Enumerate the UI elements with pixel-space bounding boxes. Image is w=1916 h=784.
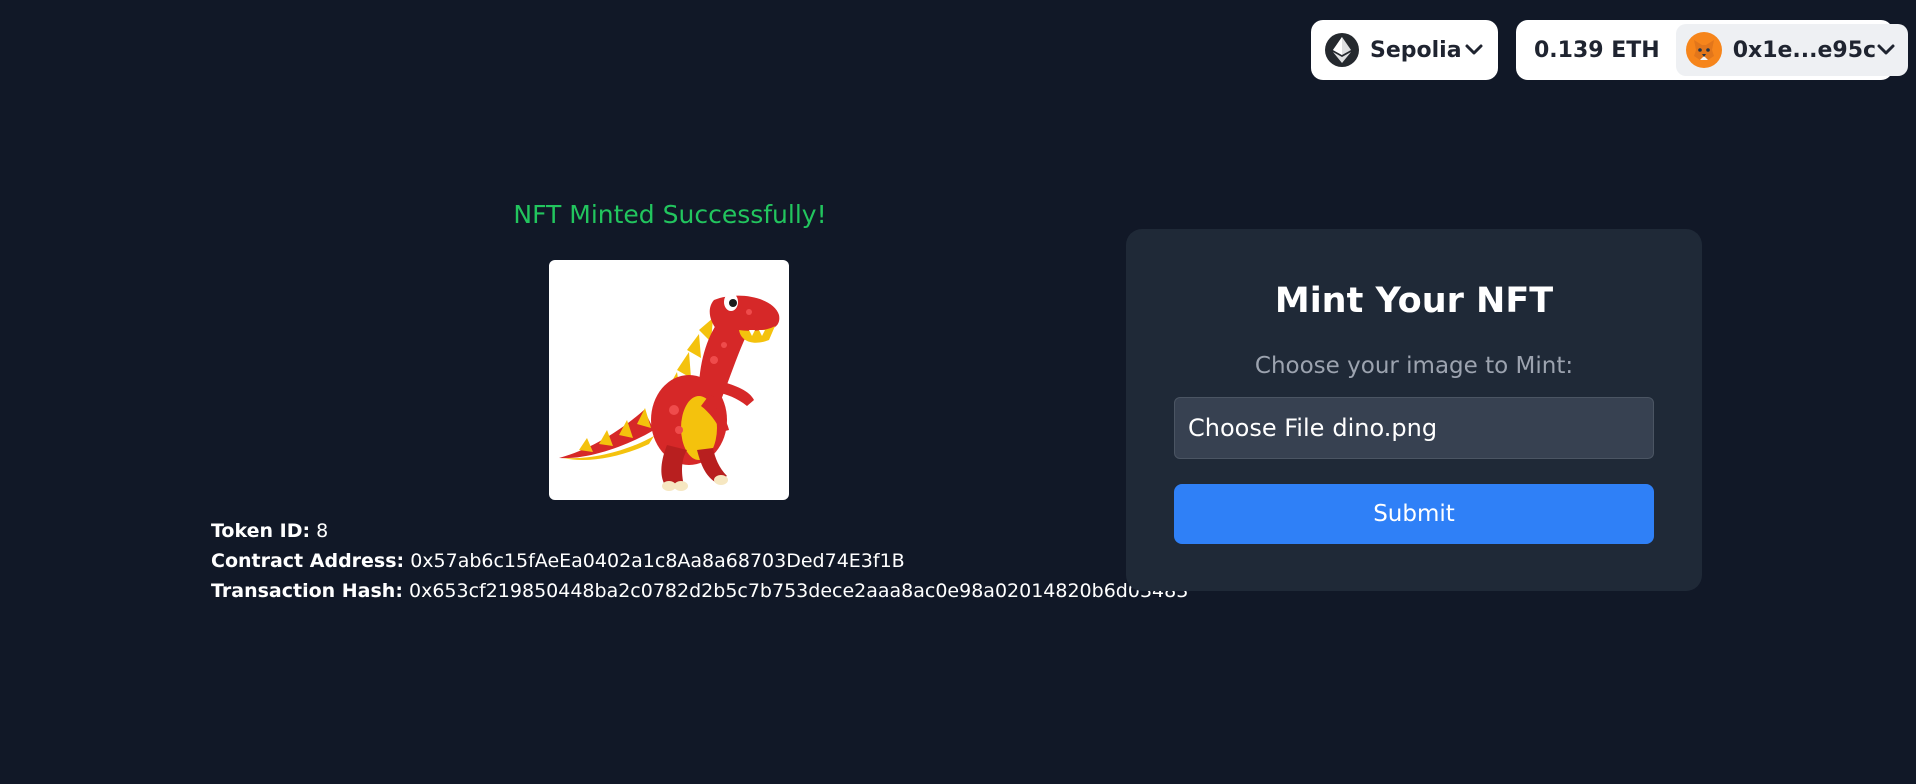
- submit-button[interactable]: Submit: [1174, 484, 1654, 544]
- transaction-hash-label: Transaction Hash:: [211, 580, 403, 602]
- account-panel: 0.139 ETH 0x1e...e95c: [1516, 20, 1909, 80]
- token-id-label: Token ID:: [211, 520, 311, 542]
- choose-file-button[interactable]: Choose File: [1188, 414, 1324, 442]
- transaction-hash-value: 0x653cf219850448ba2c0782d2b5c7b753dece2a…: [408, 580, 1189, 602]
- selected-file-name: dino.png: [1332, 414, 1438, 442]
- network-name: Sepolia: [1370, 37, 1462, 63]
- contract-address-label: Contract Address:: [211, 550, 405, 572]
- mint-details: Token ID: 8 Contract Address: 0x57ab6c15…: [211, 516, 1188, 606]
- mint-success-title: NFT Minted Successfully!: [513, 200, 827, 229]
- eth-balance: 0.139 ETH: [1534, 37, 1660, 63]
- mint-form-card: Mint Your NFT Choose your image to Mint:…: [1126, 229, 1702, 591]
- page: Sepolia 0.139 ETH 0x1e...e95c NFT Minted…: [0, 0, 1916, 784]
- mint-form-subtitle: Choose your image to Mint:: [1254, 353, 1574, 379]
- account-address: 0x1e...e95c: [1732, 37, 1877, 63]
- chevron-down-icon: [1465, 44, 1483, 55]
- contract-address-row: Contract Address: 0x57ab6c15fAeEa0402a1c…: [211, 546, 1188, 576]
- token-id-value: 8: [316, 520, 329, 542]
- token-id-row: Token ID: 8: [211, 516, 1188, 546]
- account-button[interactable]: 0x1e...e95c: [1675, 24, 1909, 76]
- ethereum-icon: [1325, 33, 1359, 67]
- mint-form-title: Mint Your NFT: [1274, 281, 1554, 321]
- file-input[interactable]: Choose File dino.png: [1174, 397, 1654, 459]
- metamask-fox-icon: [1685, 32, 1722, 68]
- transaction-hash-row: Transaction Hash: 0x653cf219850448ba2c07…: [211, 576, 1188, 606]
- contract-address-value: 0x57ab6c15fAeEa0402a1c8Aa8a68703Ded74E3f…: [410, 550, 905, 572]
- network-selector-button[interactable]: Sepolia: [1311, 20, 1498, 80]
- dino-nft-image: [549, 260, 789, 500]
- chevron-down-icon: [1877, 44, 1895, 55]
